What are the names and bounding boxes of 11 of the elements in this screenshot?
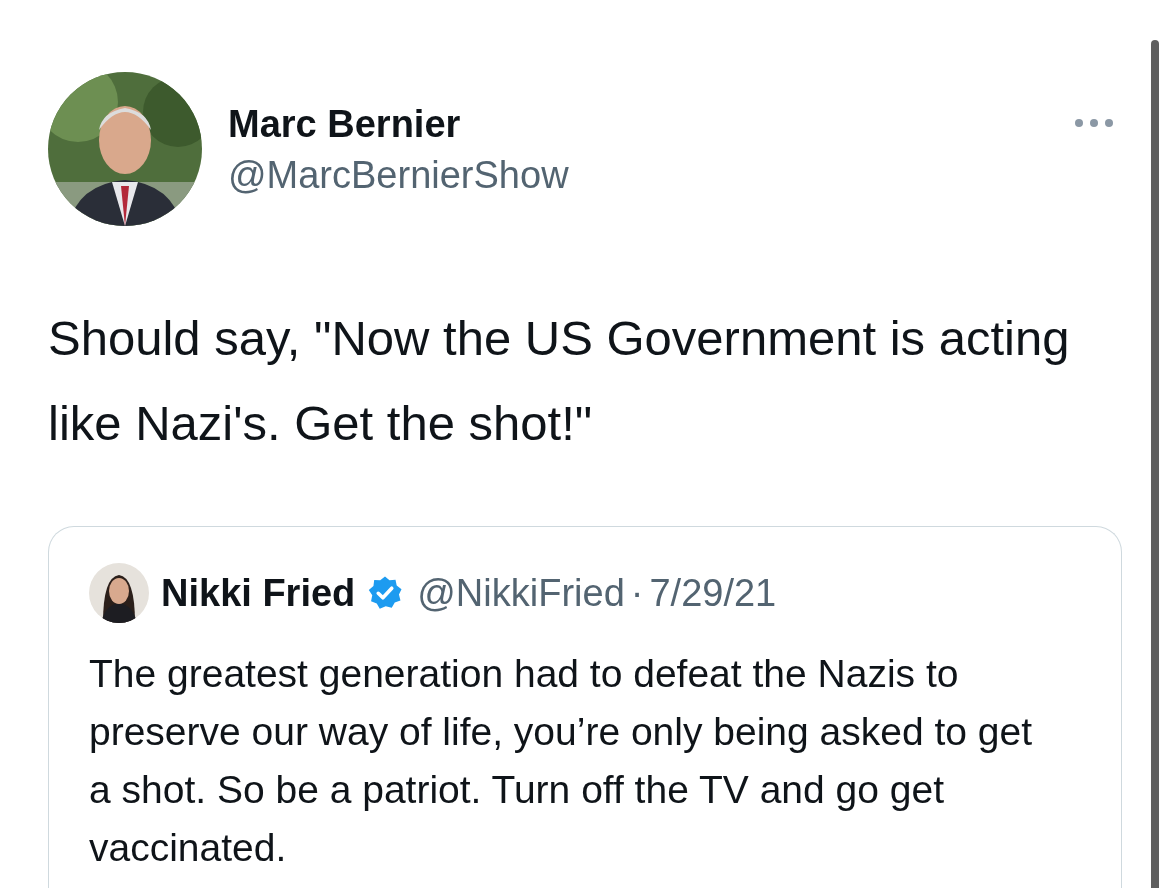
quoted-author-name[interactable]: Nikki Fried: [161, 571, 356, 615]
quoted-tweet-card[interactable]: [48, 526, 1122, 888]
quoted-author-handle[interactable]: @NikkiFried: [417, 571, 625, 615]
author-handle[interactable]: @MarcBernierShow: [228, 148, 569, 202]
scrollbar[interactable]: [1151, 40, 1159, 888]
author-name[interactable]: Marc Bernier: [228, 100, 569, 148]
more-icon[interactable]: [1074, 118, 1114, 128]
separator-dot: ·: [630, 571, 644, 615]
tweet-text: Should say, "Now the US Government is acting like Nazi's. Get the shot!": [48, 310, 1071, 452]
quoted-tweet-text: The greatest generation had to defeat the Nazis to preserve our way of life, you’re only being asked to get a shot. So be a patriot. Turn off the TV and go get vaccinated.: [89, 651, 1034, 871]
quoted-tweet-date[interactable]: 7/29/21: [649, 571, 777, 615]
